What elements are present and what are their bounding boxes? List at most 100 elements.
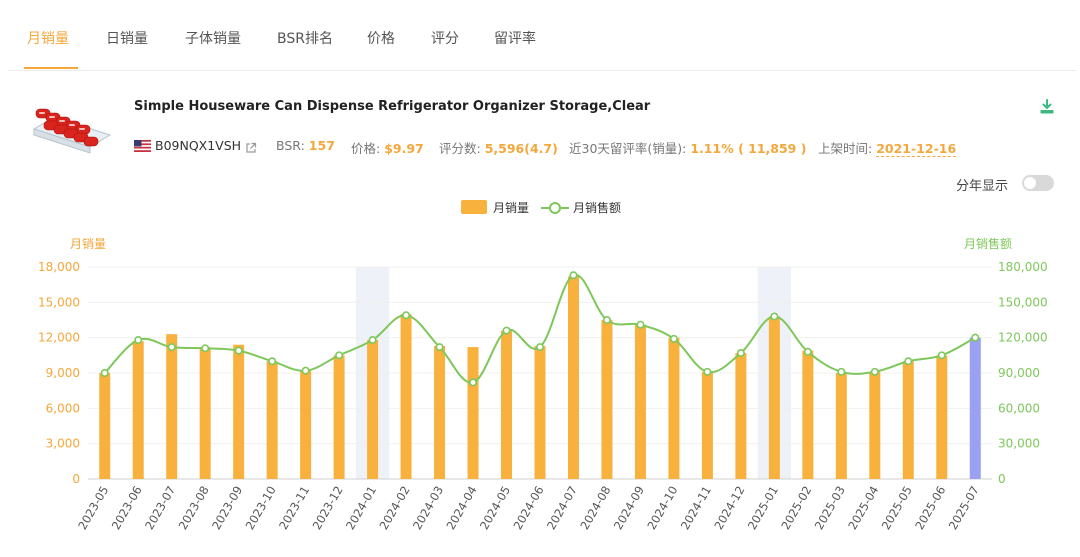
bar-2023-08[interactable] <box>199 347 211 479</box>
bar-2023-06[interactable] <box>132 341 144 479</box>
x-tick-label: 2024-05 <box>477 484 513 533</box>
launch-date-info: 上架时间: 2021-12-16 <box>818 141 957 157</box>
y-right-tick-label: 0 <box>998 472 1006 486</box>
x-tick-label: 2024-10 <box>644 484 680 533</box>
bar-2024-08[interactable] <box>601 320 613 479</box>
product-thumbnail[interactable] <box>30 99 112 155</box>
line-point-2024-09[interactable] <box>636 320 645 329</box>
tab-price[interactable]: 价格 <box>367 28 395 48</box>
y-right-tick-label: 60,000 <box>998 401 1040 415</box>
bar-2023-07[interactable] <box>166 334 178 479</box>
bar-2024-09[interactable] <box>634 324 646 479</box>
line-point-2024-08[interactable] <box>602 316 611 325</box>
bar-2024-07[interactable] <box>567 276 579 479</box>
x-tick-label: 2025-02 <box>778 484 814 533</box>
tab-daily-sales[interactable]: 日销量 <box>106 28 148 48</box>
line-point-2023-10[interactable] <box>268 357 277 366</box>
bar-2024-02[interactable] <box>400 314 412 479</box>
review-rate-value: 1.11% ( 11,859 ) <box>690 141 807 156</box>
price-info: 价格: $9.97 <box>351 141 424 156</box>
tab-monthly-sales[interactable]: 月销量 <box>27 28 69 48</box>
line-point-2023-07[interactable] <box>167 343 176 352</box>
y-left-tick-label: 0 <box>72 472 80 486</box>
x-tick-label: 2025-03 <box>812 484 848 533</box>
line-point-2024-02[interactable] <box>402 311 411 320</box>
line-point-2024-05[interactable] <box>502 326 511 335</box>
year-toggle[interactable] <box>1022 175 1054 191</box>
toggle-knob <box>1024 177 1036 189</box>
bar-2023-09[interactable] <box>233 344 245 479</box>
legend-line-swatch[interactable] <box>541 200 569 216</box>
active-tab-indicator <box>24 67 78 69</box>
bar-2025-06[interactable] <box>936 355 948 479</box>
legend-bar-swatch[interactable] <box>461 200 487 214</box>
bar-2024-01[interactable] <box>367 340 379 479</box>
bar-2024-04[interactable] <box>467 347 479 479</box>
y-right-tick-label: 180,000 <box>998 260 1048 274</box>
bar-2023-12[interactable] <box>333 355 345 479</box>
line-point-2024-07[interactable] <box>569 271 578 280</box>
line-point-2025-01[interactable] <box>770 312 779 321</box>
line-point-2024-06[interactable] <box>535 343 544 352</box>
line-point-2024-01[interactable] <box>368 336 377 345</box>
tab-bsr-rank[interactable]: BSR排名 <box>277 28 333 48</box>
x-tick-label: 2024-02 <box>377 484 413 533</box>
x-tick-label: 2025-07 <box>946 484 982 533</box>
tab-bar: 月销量 日销量 子体销量 BSR排名 价格 评分 留评率 <box>0 0 1080 70</box>
line-point-2025-04[interactable] <box>870 367 879 376</box>
line-point-2023-11[interactable] <box>301 366 310 375</box>
tabs-divider <box>8 70 1076 71</box>
tab-review-rate[interactable]: 留评率 <box>494 28 536 48</box>
bar-2023-11[interactable] <box>300 370 312 479</box>
tab-rating[interactable]: 评分 <box>431 28 459 48</box>
line-point-2023-05[interactable] <box>100 369 109 378</box>
bar-2025-05[interactable] <box>902 361 914 479</box>
y-left-tick-label: 9,000 <box>46 366 80 380</box>
bar-2023-05[interactable] <box>99 373 111 479</box>
line-point-2023-06[interactable] <box>134 336 143 345</box>
line-point-2025-02[interactable] <box>803 347 812 356</box>
rating-info: 评分数: 5,596(4.7) <box>439 141 558 156</box>
x-tick-label: 2023-10 <box>243 484 279 533</box>
bar-2025-02[interactable] <box>802 350 814 479</box>
x-tick-label: 2024-12 <box>711 484 747 533</box>
bar-2024-05[interactable] <box>501 330 513 479</box>
line-point-2023-08[interactable] <box>201 344 210 353</box>
line-point-2024-10[interactable] <box>669 334 678 343</box>
line-point-2025-03[interactable] <box>837 367 846 376</box>
bar-2024-10[interactable] <box>668 337 680 479</box>
tab-variant-sales[interactable]: 子体销量 <box>185 28 241 48</box>
line-point-2023-12[interactable] <box>335 351 344 360</box>
bar-2025-04[interactable] <box>869 371 881 479</box>
line-point-2024-11[interactable] <box>703 367 712 376</box>
x-tick-label: 2024-11 <box>678 484 714 533</box>
legend-line-label[interactable]: 月销售额 <box>573 199 621 216</box>
bar-2024-03[interactable] <box>434 345 446 479</box>
rating-value: 5,596(4.7) <box>484 141 558 156</box>
line-point-2025-06[interactable] <box>937 351 946 360</box>
download-icon[interactable] <box>1039 99 1055 115</box>
line-point-2025-05[interactable] <box>904 357 913 366</box>
line-point-2024-04[interactable] <box>469 378 478 387</box>
bar-2025-01[interactable] <box>768 316 780 479</box>
x-tick-label: 2024-03 <box>410 484 446 533</box>
review-rate-info: 近30天留评率(销量): 1.11% ( 11,859 ) <box>569 141 807 156</box>
bar-2025-03[interactable] <box>835 373 847 479</box>
asin-link[interactable]: B09NQX1VSH <box>155 138 241 153</box>
x-tick-label: 2024-09 <box>611 484 647 533</box>
legend-bar-label[interactable]: 月销量 <box>493 199 529 216</box>
bar-2023-10[interactable] <box>266 361 278 479</box>
bsr-value: 157 <box>308 138 335 153</box>
bar-2024-12[interactable] <box>735 352 747 479</box>
bar-2025-07[interactable] <box>969 337 981 479</box>
line-point-2024-12[interactable] <box>736 348 745 357</box>
x-tick-label: 2024-07 <box>544 484 580 533</box>
bar-2024-06[interactable] <box>534 345 546 479</box>
line-point-2025-07[interactable] <box>971 333 980 342</box>
share-icon[interactable] <box>245 142 257 154</box>
bar-2024-11[interactable] <box>701 371 713 479</box>
product-title[interactable]: Simple Houseware Can Dispense Refrigerat… <box>134 99 650 114</box>
x-tick-label: 2024-04 <box>443 484 479 533</box>
line-point-2024-03[interactable] <box>435 343 444 352</box>
line-point-2023-09[interactable] <box>234 346 243 355</box>
